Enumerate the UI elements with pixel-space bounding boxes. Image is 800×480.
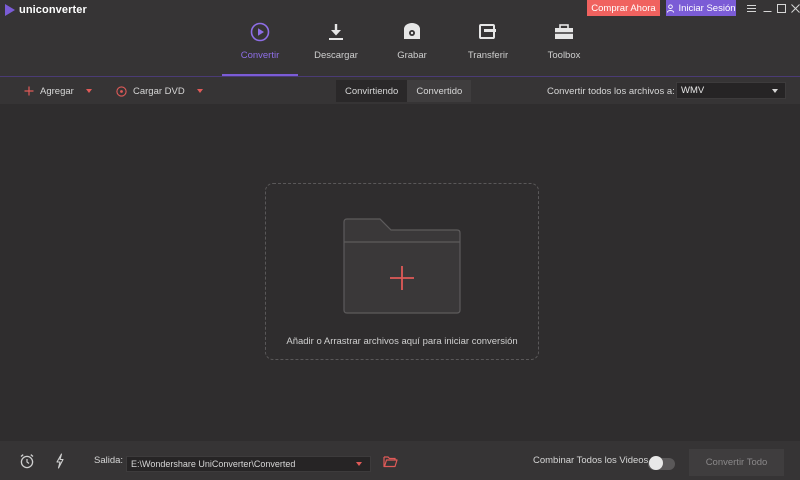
tab-converted[interactable]: Convertido — [407, 80, 471, 102]
output-format-select[interactable]: WMV — [676, 82, 786, 99]
menu-button[interactable] — [744, 2, 758, 14]
login-label: Iniciar Sesión — [678, 2, 736, 14]
title-bar: uniconverter Comprar Ahora Iniciar Sesió… — [0, 0, 800, 76]
lightning-icon — [56, 453, 64, 469]
transfer-icon — [477, 22, 499, 42]
conversion-status-tabs: Convirtiendo Convertido — [336, 80, 472, 102]
tab-descargar[interactable]: Descargar — [298, 18, 374, 76]
tab-transferir[interactable]: Transferir — [450, 18, 526, 76]
tab-toolbox[interactable]: Toolbox — [526, 18, 602, 76]
load-dvd-button[interactable]: Cargar DVD — [116, 77, 203, 105]
toolbar: Agregar Cargar DVD Convirtiendo Converti… — [0, 76, 800, 104]
speed-button[interactable] — [52, 453, 68, 469]
toolbox-icon — [553, 22, 575, 42]
chevron-down-icon — [356, 462, 362, 466]
drop-hint-text: Añadir o Arrastrar archivos aquí para in… — [286, 336, 518, 347]
output-format-value: WMV — [681, 85, 705, 96]
combine-videos-toggle[interactable] — [648, 456, 675, 470]
tab-label: Convertir — [240, 50, 280, 61]
folder-open-icon — [382, 455, 398, 467]
add-files-button[interactable]: Agregar — [24, 77, 92, 105]
tab-label: Descargar — [314, 50, 358, 61]
minimize-button[interactable] — [760, 2, 774, 14]
close-button[interactable] — [788, 2, 800, 14]
tab-label: Grabar — [397, 50, 427, 61]
hamburger-icon — [746, 4, 756, 12]
chevron-down-icon — [196, 89, 203, 93]
drop-zone[interactable]: Añadir o Arrastrar archivos aquí para in… — [265, 183, 539, 360]
login-button[interactable]: Iniciar Sesión — [666, 0, 736, 16]
tab-label: Transferir — [467, 50, 509, 61]
convert-all-format-label: Convertir todos los archivos a: — [547, 85, 675, 97]
minimize-icon — [763, 10, 771, 12]
chevron-down-icon — [772, 89, 778, 93]
output-path-value: E:\Wondershare UniConverter\Converted — [131, 459, 296, 469]
dvd-icon — [116, 85, 127, 97]
user-icon — [667, 3, 675, 13]
output-label: Salida: — [94, 455, 124, 466]
download-icon — [325, 22, 347, 42]
chevron-down-icon — [85, 89, 92, 93]
maximize-button[interactable] — [774, 2, 788, 14]
buy-now-button[interactable]: Comprar Ahora — [587, 0, 660, 16]
toggle-knob — [649, 456, 663, 470]
tab-convertir[interactable]: Convertir — [222, 18, 298, 76]
load-dvd-label: Cargar DVD — [133, 85, 185, 97]
convert-icon — [249, 22, 271, 42]
schedule-button[interactable] — [19, 453, 35, 469]
tab-grabar[interactable]: Grabar — [374, 18, 450, 76]
app-name: uniconverter — [19, 4, 87, 16]
open-folder-button[interactable] — [382, 453, 398, 469]
file-list-area: Añadir o Arrastrar archivos aquí para in… — [0, 104, 800, 441]
close-icon — [790, 3, 800, 13]
burn-icon — [401, 22, 423, 42]
plus-icon — [24, 86, 34, 96]
app-logo: uniconverter — [5, 4, 87, 16]
add-label: Agregar — [40, 85, 74, 97]
add-folder-icon — [343, 218, 461, 314]
tab-label: Toolbox — [547, 50, 581, 61]
alarm-clock-icon — [20, 454, 34, 469]
logo-icon — [5, 4, 15, 16]
bottom-bar: Salida: E:\Wondershare UniConverter\Conv… — [0, 441, 800, 480]
output-path-select[interactable]: E:\Wondershare UniConverter\Converted — [126, 456, 371, 472]
tab-converting[interactable]: Convirtiendo — [336, 80, 408, 102]
main-nav: Convertir Descargar Grabar Transferir To… — [222, 18, 602, 76]
combine-videos-label: Combinar Todos los Videos — [533, 455, 649, 466]
maximize-icon — [776, 3, 786, 13]
convert-all-button[interactable]: Convertir Todo — [689, 449, 784, 476]
